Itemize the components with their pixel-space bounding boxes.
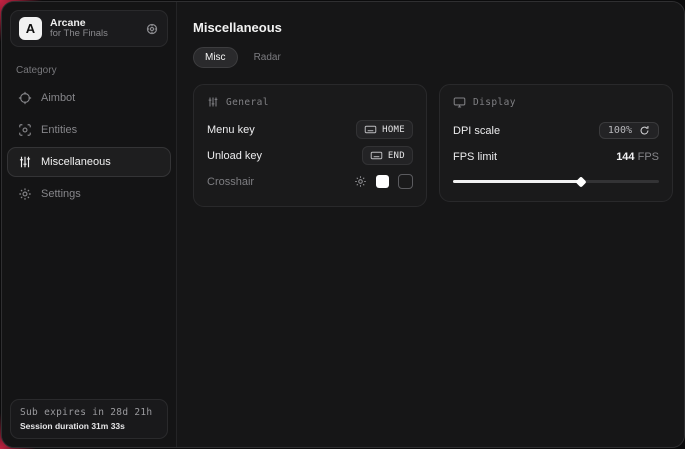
crosshair-settings-gear-icon[interactable] <box>354 175 367 188</box>
dpi-scale-control[interactable]: 100% <box>599 122 659 139</box>
unload-key-bind-button[interactable]: END <box>362 146 413 165</box>
fps-unit: FPS <box>635 151 659 163</box>
slider-thumb[interactable] <box>575 176 586 187</box>
fps-number: 144 <box>616 151 634 163</box>
category-label: Category <box>2 55 176 82</box>
general-card: General Menu key HOME <box>193 84 427 207</box>
monitor-icon <box>453 96 466 109</box>
sidebar-item-label: Settings <box>41 188 81 200</box>
menu-key-row: Menu key HOME <box>207 118 413 141</box>
fps-limit-value: 144 FPS <box>616 151 659 163</box>
general-card-header: General <box>207 96 413 108</box>
display-card: Display DPI scale 100% <box>439 84 673 202</box>
sync-icon[interactable] <box>145 22 159 36</box>
display-card-header: Display <box>453 96 659 109</box>
subscription-info-card: Sub expires in 28d 21h Session duration … <box>10 399 168 439</box>
crosshair-toggle-checkbox[interactable] <box>398 174 413 189</box>
tab-bar: Misc Radar <box>193 47 673 68</box>
tab-misc[interactable]: Misc <box>193 47 238 68</box>
keyboard-icon <box>364 123 377 136</box>
unload-key-label: Unload key <box>207 150 262 162</box>
fps-limit-label: FPS limit <box>453 151 497 163</box>
fps-limit-slider[interactable] <box>453 174 659 188</box>
cards-row: General Menu key HOME <box>193 84 673 207</box>
menu-key-value: HOME <box>382 125 405 135</box>
display-card-title: Display <box>473 97 516 108</box>
menu-key-bind-button[interactable]: HOME <box>356 120 413 139</box>
app-logo: A <box>19 17 42 40</box>
sliders-icon <box>17 155 32 169</box>
general-card-title: General <box>226 97 269 108</box>
crosshair-controls <box>354 174 413 189</box>
gear-icon <box>17 187 32 201</box>
sidebar: A Arcane for The Finals Category <box>2 2 177 447</box>
sub-expires-text: Sub expires in 28d 21h <box>20 407 158 418</box>
sidebar-item-miscellaneous[interactable]: Miscellaneous <box>7 147 171 177</box>
sidebar-item-label: Miscellaneous <box>41 156 111 168</box>
app-window: A Arcane for The Finals Category <box>1 1 685 448</box>
refresh-icon[interactable] <box>639 125 650 136</box>
app-titles: Arcane for The Finals <box>50 17 137 40</box>
slider-fill <box>453 180 581 183</box>
menu-key-label: Menu key <box>207 124 255 136</box>
crosshair-row: Crosshair <box>207 170 413 193</box>
page-title: Miscellaneous <box>193 20 673 35</box>
crosshair-color-swatch[interactable] <box>376 175 389 188</box>
crosshair-icon <box>17 91 32 105</box>
dpi-scale-row: DPI scale 100% <box>453 119 659 142</box>
sidebar-item-label: Entities <box>41 124 77 136</box>
tab-radar[interactable]: Radar <box>242 47 293 68</box>
sidebar-item-entities[interactable]: Entities <box>7 115 171 145</box>
app-header-card: A Arcane for The Finals <box>10 10 168 47</box>
app-subtitle: for The Finals <box>50 29 137 40</box>
dpi-scale-value: 100% <box>608 125 632 136</box>
crosshair-label: Crosshair <box>207 176 254 188</box>
dpi-scale-label: DPI scale <box>453 125 500 137</box>
sliders-icon <box>207 96 219 108</box>
fps-limit-row: FPS limit 144 FPS <box>453 145 659 168</box>
keyboard-icon <box>370 149 383 162</box>
sidebar-item-label: Aimbot <box>41 92 75 104</box>
scan-icon <box>17 123 32 137</box>
unload-key-value: END <box>388 151 405 161</box>
sidebar-item-settings[interactable]: Settings <box>7 179 171 209</box>
unload-key-row: Unload key END <box>207 144 413 167</box>
session-duration-text: Session duration 31m 33s <box>20 421 158 431</box>
main-panel: Miscellaneous Misc Radar General <box>177 2 685 447</box>
sidebar-item-aimbot[interactable]: Aimbot <box>7 83 171 113</box>
sidebar-nav: Aimbot Entities Miscella <box>2 82 176 210</box>
